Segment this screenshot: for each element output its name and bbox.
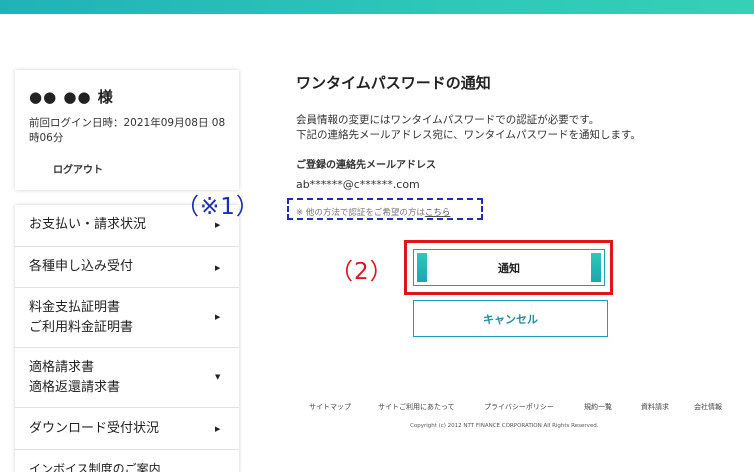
sidebar-item-applications[interactable]: 各種申し込み受付 ▶	[15, 247, 239, 288]
sidebar-item-label: インボイス制度のご案内	[29, 462, 161, 472]
sidebar-item-qualified-invoices[interactable]: 適格請求書 適格返還請求書 ▼	[15, 348, 239, 408]
notify-button[interactable]: 通知	[413, 249, 605, 286]
note-text: ※ 他の方法で認証をご希望の方は	[296, 208, 425, 218]
sidebar-menu: お支払い・請求状況 ▶ 各種申し込み受付 ▶ 料金支払証明書 ご利用料金証明書 …	[15, 205, 239, 472]
description-text: 会員情報の変更にはワンタイムパスワードでの認証が必要です。 下記の連絡先メールア…	[296, 114, 641, 141]
sidebar-item-label: 各種申し込み受付	[29, 259, 134, 274]
sidebar-item-label: 適格請求書 適格返還請求書	[29, 360, 121, 395]
email-label: ご登録の連絡先メールアドレス	[296, 160, 436, 171]
footer-link-sitemap[interactable]: サイトマップ	[309, 402, 351, 412]
sidebar-item-download-status[interactable]: ダウンロード受付状況 ▶	[15, 408, 239, 450]
cancel-button-label: キャンセル	[483, 312, 538, 326]
sidebar-item-invoice-guide[interactable]: インボイス制度のご案内	[15, 450, 239, 472]
footer-link-company-info[interactable]: 会社情報	[694, 402, 722, 412]
alternative-auth-link[interactable]: こちら	[425, 208, 451, 218]
chevron-down-icon: ▼	[215, 373, 221, 381]
copyright-text: Copyright (c) 2012 NTT FINANCE CORPORATI…	[410, 423, 599, 429]
footer-link-agreements[interactable]: 規約一覧	[584, 402, 612, 412]
last-login-time: 前回ログイン日時：2021年09月08日 08時06分	[29, 117, 226, 144]
notify-button-label: 通知	[498, 261, 520, 275]
email-value: ab******@c******.com	[296, 178, 420, 191]
user-name: ●● ●● 様	[29, 88, 114, 106]
footer-link-request-materials[interactable]: 資料請求	[641, 402, 669, 412]
cancel-button[interactable]: キャンセル	[413, 300, 608, 337]
page-title: ワンタイムパスワードの通知	[296, 74, 491, 92]
user-card: ●● ●● 様 前回ログイン日時：2021年09月08日 08時06分 ログアウ…	[15, 70, 239, 190]
chevron-right-icon: ▶	[215, 221, 221, 229]
annotation-label-2: （2）	[330, 259, 394, 285]
alternative-auth-note: ※ 他の方法で認証をご希望の方はこちら	[296, 206, 450, 218]
sidebar-item-label: ダウンロード受付状況	[29, 421, 160, 436]
chevron-right-icon: ▶	[215, 264, 221, 272]
footer-link-terms-of-use[interactable]: サイトご利用にあたって	[378, 402, 455, 412]
logout-link[interactable]: ログアウト	[53, 161, 103, 176]
sidebar-item-label: お支払い・請求状況	[29, 217, 147, 232]
footer-link-privacy-policy[interactable]: プライバシーポリシー	[484, 402, 554, 412]
sidebar-item-certificates[interactable]: 料金支払証明書 ご利用料金証明書 ▶	[15, 288, 239, 348]
annotation-label-1: （※1）	[176, 194, 260, 220]
chevron-right-icon: ▶	[215, 313, 221, 321]
chevron-right-icon: ▶	[215, 425, 221, 433]
sidebar-item-label: 料金支払証明書 ご利用料金証明書	[29, 300, 134, 335]
header-bar	[0, 0, 754, 14]
